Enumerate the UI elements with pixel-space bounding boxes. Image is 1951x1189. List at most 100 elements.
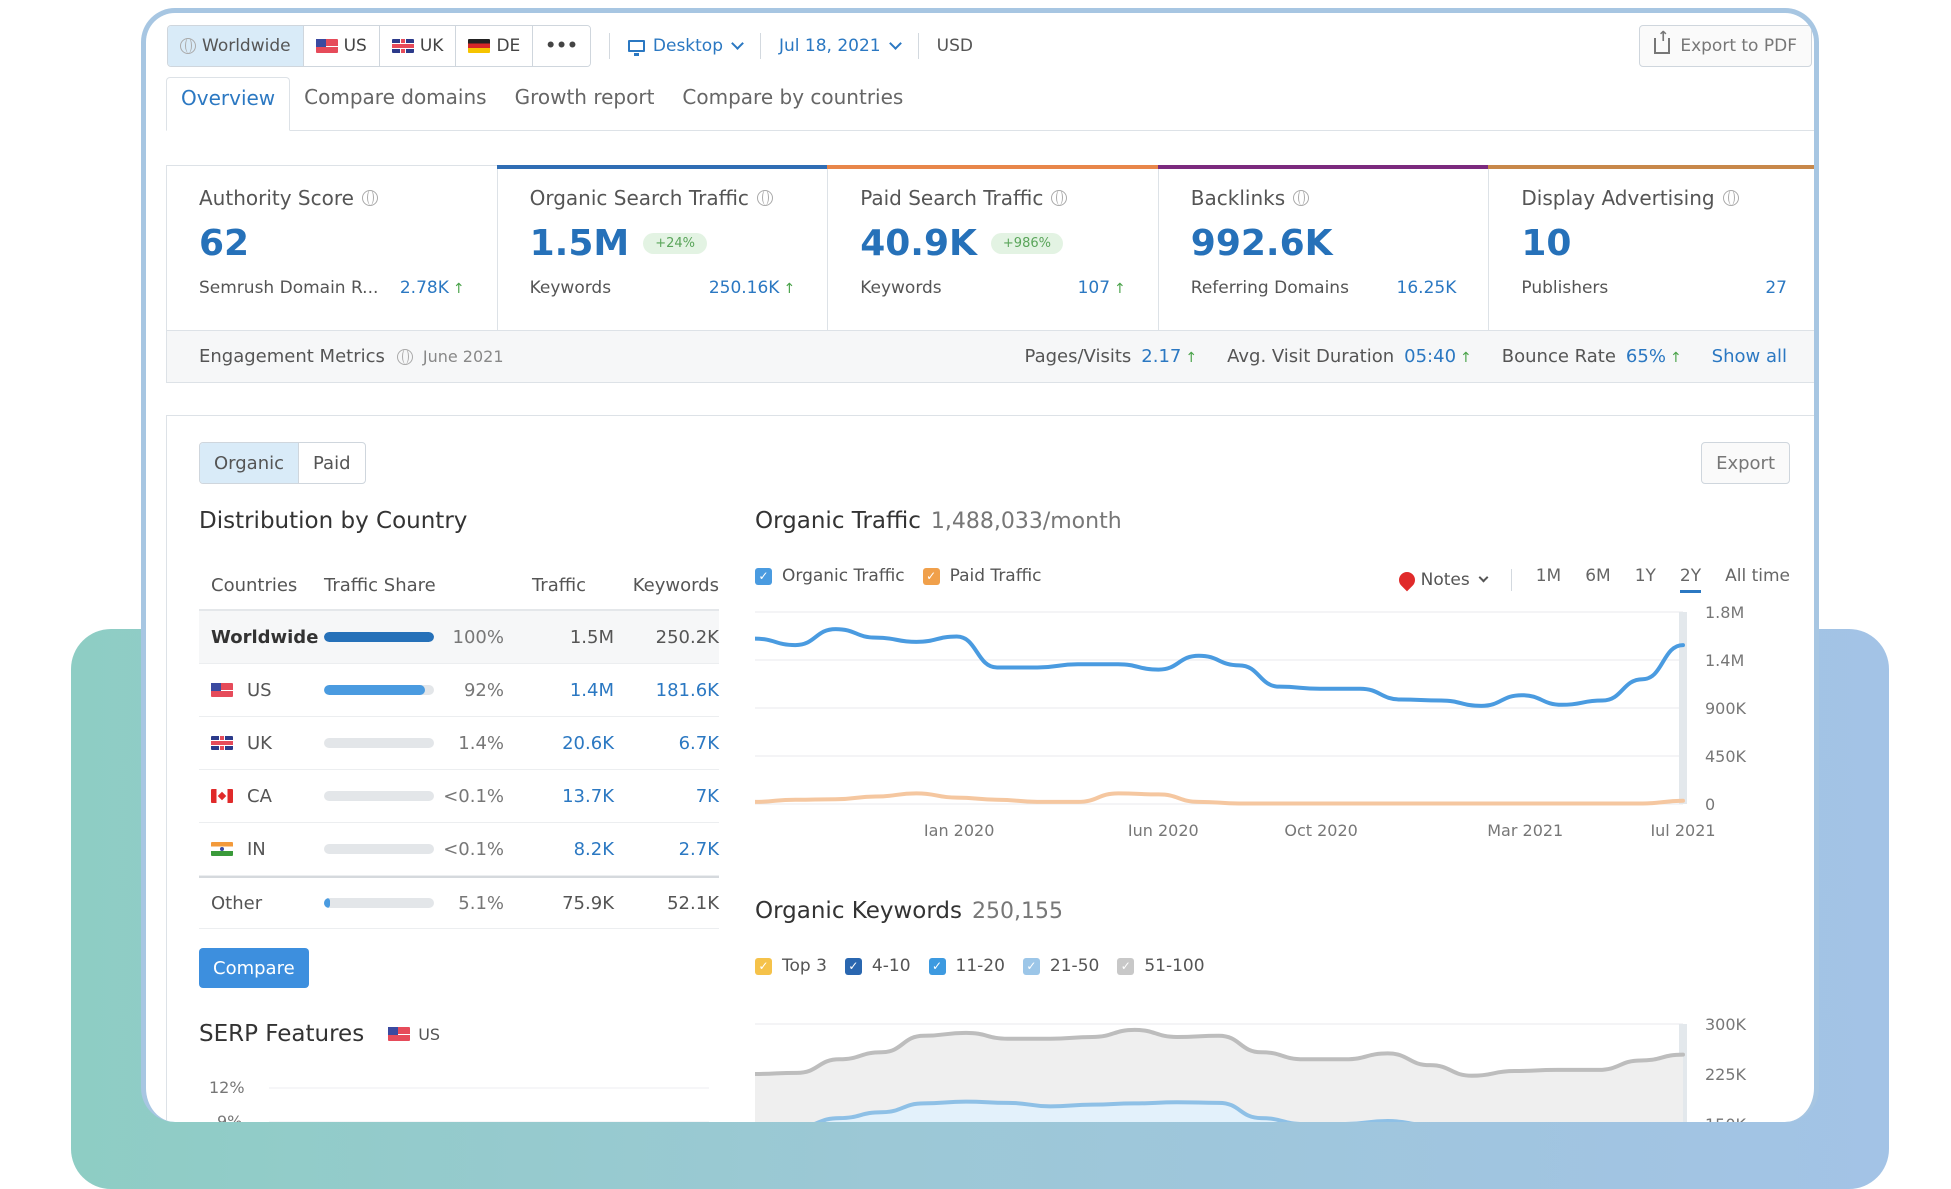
- country-cell: Worldwide: [199, 627, 324, 648]
- metric-sub-label: Referring Domains: [1190, 278, 1349, 298]
- metric-value[interactable]: 1.5M: [530, 223, 630, 264]
- share-bar-cell: [324, 685, 434, 695]
- export-button[interactable]: Export: [1701, 442, 1790, 484]
- checkbox-checked-icon: ✓: [755, 957, 772, 975]
- uk-flag-icon: [391, 39, 414, 53]
- country-cell: IN: [199, 839, 324, 860]
- device-dropdown[interactable]: Desktop: [627, 36, 744, 56]
- arrow-up-icon: ↑: [452, 281, 465, 297]
- region-more[interactable]: •••: [533, 26, 590, 66]
- range-1m[interactable]: 1M: [1536, 566, 1561, 593]
- table-row[interactable]: Other 5.1% 75.9K 52.1K: [199, 876, 719, 929]
- table-row[interactable]: IN <0.1% 8.2K 2.7K: [199, 823, 719, 876]
- legend-item[interactable]: ✓ Paid Traffic: [922, 566, 1042, 586]
- share-bar: [324, 738, 434, 748]
- toolbar: Worldwide US UK DE ••• Desktop Jul 18, 2021 …: [167, 25, 973, 67]
- engagement-item: Pages/Visits 2.17 ↑: [1025, 346, 1198, 367]
- y-tick-label: 150K: [1705, 1115, 1747, 1122]
- export-to-pdf-button[interactable]: Export to PDF: [1639, 25, 1812, 67]
- traffic-value: 75.9K: [562, 892, 614, 914]
- keywords-value: 250.2K: [655, 626, 719, 648]
- tab-compare-domains[interactable]: Compare domains: [290, 76, 500, 130]
- metric-sub-value[interactable]: 2.78K ↑: [400, 278, 465, 298]
- region-uk[interactable]: UK: [379, 26, 457, 66]
- legend-item[interactable]: ✓ 4-10: [844, 956, 911, 976]
- tab-overview[interactable]: Overview: [166, 77, 291, 131]
- globe-icon: [180, 38, 196, 54]
- range-all-time[interactable]: All time: [1725, 566, 1790, 593]
- date-label: Jul 18, 2021: [779, 36, 881, 56]
- notes-dropdown[interactable]: Notes: [1395, 568, 1489, 591]
- legend-item[interactable]: ✓ Organic Traffic: [755, 566, 905, 586]
- keywords-value[interactable]: 6.7K: [614, 733, 719, 754]
- currency-label: USD: [936, 36, 973, 56]
- x-tick-label: Mar 2021: [1487, 821, 1563, 836]
- tab-bar: Overview Compare domains Growth report Comp…: [166, 77, 1814, 131]
- traffic-value[interactable]: 20.6K: [504, 733, 614, 754]
- series-line-organic-traffic[interactable]: [755, 627, 1685, 708]
- engagement-title: Engagement Metrics: [199, 346, 385, 367]
- metric-card-display-advertising[interactable]: Display Advertising 10 Publishers 27: [1488, 165, 1814, 330]
- metric-card-paid-search-traffic[interactable]: Paid Search Traffic 40.9K +986% Keywords 107…: [827, 165, 1159, 330]
- tab-compare-by-countries[interactable]: Compare by countries: [668, 76, 917, 130]
- engagement-value: 2.17: [1141, 346, 1182, 367]
- engagement-label: Avg. Visit Duration: [1227, 346, 1395, 367]
- compare-button[interactable]: Compare: [199, 948, 309, 988]
- metric-value[interactable]: 992.6K: [1191, 223, 1333, 264]
- metric-sub-label: Publishers: [1521, 278, 1609, 298]
- region-us[interactable]: US: [303, 26, 380, 66]
- tab-growth-report[interactable]: Growth report: [501, 76, 669, 130]
- metric-card-authority-score[interactable]: Authority Score 62 Semrush Domain R... 2.78…: [167, 166, 498, 330]
- region-selector: Worldwide US UK DE •••: [167, 25, 591, 67]
- metric-sub-value[interactable]: 107 ↑: [1078, 278, 1126, 298]
- toggle-paid[interactable]: Paid: [299, 443, 365, 483]
- region-worldwide[interactable]: Worldwide: [168, 26, 304, 66]
- show-all-link[interactable]: Show all: [1712, 346, 1787, 367]
- traffic-value[interactable]: 13.7K: [504, 786, 614, 807]
- engagement-date: June 2021: [422, 347, 504, 366]
- table-row[interactable]: CA <0.1% 13.7K 7K: [199, 770, 719, 823]
- region-label: US: [343, 36, 367, 56]
- traffic-value[interactable]: 8.2K: [504, 839, 614, 860]
- share-bar: [324, 632, 434, 642]
- legend-item[interactable]: ✓ 11-20: [928, 956, 1005, 976]
- us-flag-icon: [315, 39, 338, 53]
- metric-value[interactable]: 10: [1521, 223, 1571, 264]
- country-cell: Other: [199, 893, 324, 914]
- legend-item[interactable]: ✓ 21-50: [1022, 956, 1099, 976]
- table-row[interactable]: Worldwide 100% 1.5M 250.2K: [199, 611, 719, 664]
- metric-card-organic-search-traffic[interactable]: Organic Search Traffic 1.5M +24% Keywords 25…: [496, 165, 829, 330]
- checkbox-checked-icon: ✓: [1117, 957, 1135, 975]
- range-6m[interactable]: 6M: [1585, 566, 1610, 593]
- metric-sub-value[interactable]: 16.25K: [1397, 278, 1457, 298]
- keywords-value[interactable]: 7K: [614, 786, 719, 807]
- range-1y[interactable]: 1Y: [1635, 566, 1656, 593]
- metric-sub-value[interactable]: 250.16K ↑: [709, 278, 795, 298]
- range-2y[interactable]: 2Y: [1679, 566, 1702, 593]
- metric-value[interactable]: 62: [199, 223, 249, 264]
- share-bar-cell: [324, 844, 434, 854]
- keywords-value[interactable]: 2.7K: [614, 839, 719, 860]
- series-line-paid-traffic[interactable]: [755, 791, 1685, 806]
- region-de[interactable]: DE: [456, 26, 534, 66]
- toggle-organic[interactable]: Organic: [200, 443, 300, 483]
- metric-card-backlinks[interactable]: Backlinks 992.6K Referring Domains 16.25K: [1157, 165, 1490, 330]
- metric-sub-value[interactable]: 27: [1765, 278, 1787, 298]
- date-dropdown[interactable]: Jul 18, 2021: [779, 36, 902, 56]
- legend-item[interactable]: ✓ Top 3: [755, 956, 827, 976]
- table-row[interactable]: UK 1.4% 20.6K 6.7K: [199, 717, 719, 770]
- keywords-value: 52.1K: [667, 892, 719, 914]
- keywords-value[interactable]: 181.6K: [614, 680, 719, 701]
- traffic-value[interactable]: 1.4M: [504, 680, 614, 701]
- range-options: 1M 6M 1Y 2Y All time: [1536, 566, 1790, 593]
- table-row[interactable]: US 92% 1.4M 181.6K: [199, 664, 719, 717]
- chevron-down-icon: [731, 37, 744, 50]
- metric-sub-label: Keywords: [860, 278, 942, 298]
- legend-item[interactable]: ✓ 51-100: [1117, 956, 1205, 976]
- metric-sub: Semrush Domain R... 2.78K ↑: [199, 278, 465, 298]
- region-label: Worldwide: [202, 36, 291, 56]
- legend-label: 11-20: [955, 956, 1005, 976]
- serp-country[interactable]: US: [388, 1025, 440, 1044]
- metric-value[interactable]: 40.9K: [860, 223, 977, 264]
- checkbox-checked-icon: ✓: [922, 567, 940, 585]
